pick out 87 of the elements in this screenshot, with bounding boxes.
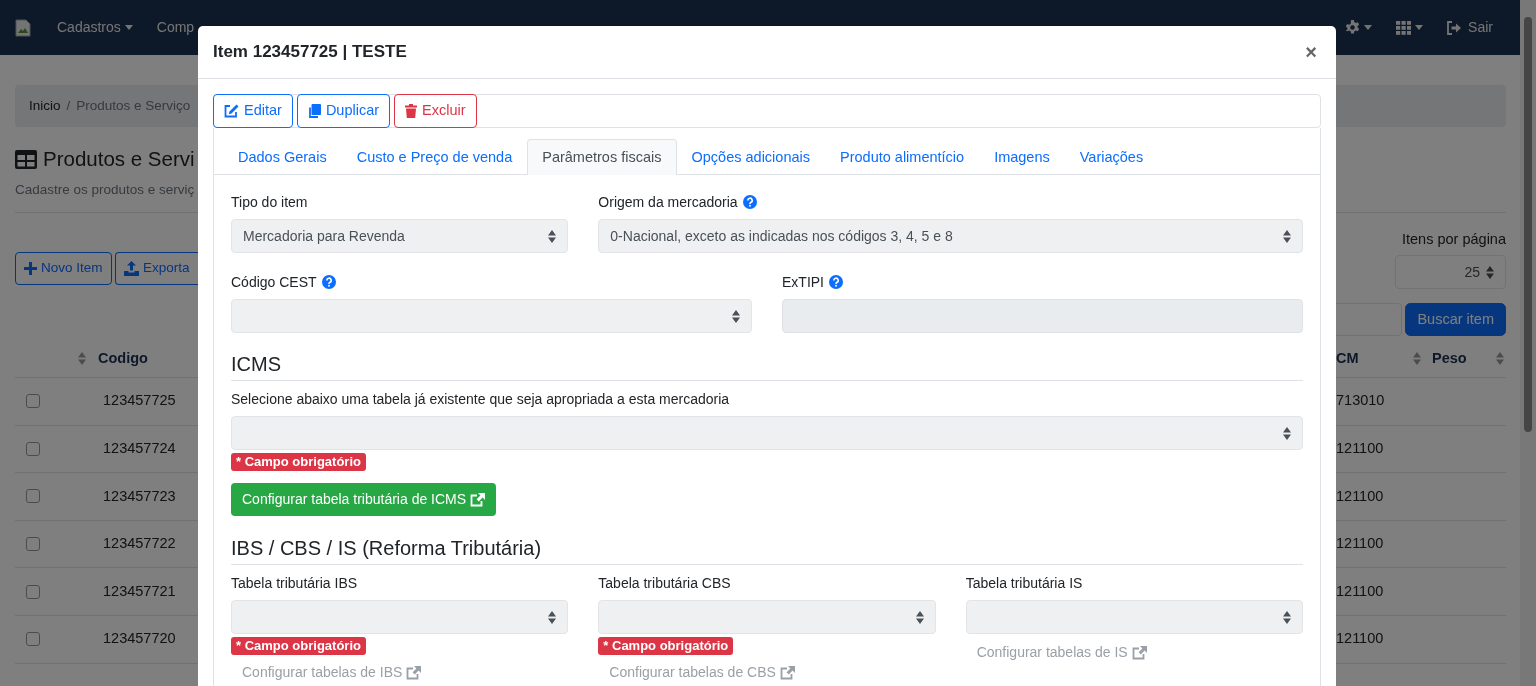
sort-icon	[548, 610, 557, 624]
tab[interactable]: Imagens	[979, 139, 1065, 175]
page-title: Produtos e Servi	[43, 146, 195, 172]
logout-link[interactable]: Sair	[1435, 17, 1505, 38]
breadcrumb-separator: /	[66, 96, 71, 115]
sort-icon	[1496, 352, 1504, 365]
page-subtitle: Cadastre os produtos e serviç	[15, 181, 196, 199]
duplicate-button[interactable]: Duplicar	[296, 94, 391, 128]
tab[interactable]: Opções adicionais	[676, 139, 825, 175]
per-page-select[interactable]: 25	[1395, 255, 1506, 289]
table-cell: 121100	[1336, 582, 1384, 599]
table-cell-text: 123457724	[103, 439, 176, 458]
per-page-label: Itens por página	[1401, 230, 1506, 249]
table-cell-text: 123457720	[103, 629, 176, 649]
tab[interactable]: Dados Gerais	[223, 139, 342, 175]
tab[interactable]: Parâmetros fiscais	[527, 139, 677, 175]
required-badge: * Campo obrigatório	[231, 637, 366, 655]
edit-icon	[224, 104, 239, 118]
field-label: Tabela tributária CBS	[598, 574, 731, 593]
field-label: ExTIPI	[782, 273, 824, 292]
sort-icon	[1486, 265, 1494, 279]
external-link-icon	[1131, 645, 1147, 660]
trash-icon	[405, 104, 418, 118]
tab[interactable]: Custo e Preço de venda	[341, 139, 528, 175]
sort-icon	[78, 352, 86, 365]
edit-button[interactable]: Editar	[213, 94, 293, 128]
sort-icon	[1283, 426, 1291, 440]
tab[interactable]: Produto alimentício	[825, 139, 980, 175]
sort-icon	[1283, 229, 1291, 243]
sort-icon	[732, 309, 740, 323]
settings-icon[interactable]	[1345, 20, 1361, 35]
external-link-icon	[779, 665, 795, 680]
caret-icon	[1364, 25, 1373, 30]
export-button[interactable]: Exporta	[115, 252, 198, 285]
tab[interactable]: Variações	[1064, 139, 1159, 175]
field-label: Tipo do item	[231, 193, 308, 212]
apps-grid-icon[interactable]	[1396, 20, 1412, 35]
delete-button[interactable]: Excluir	[394, 94, 477, 128]
scrollbar[interactable]	[1520, 0, 1536, 686]
sort-icon	[1413, 352, 1421, 365]
external-link-icon	[406, 665, 422, 680]
external-link-icon	[470, 492, 486, 507]
plus-icon	[24, 262, 37, 275]
required-badge: * Campo obrigatório	[231, 453, 366, 471]
copy-icon	[307, 103, 321, 119]
column-header: Codigo	[98, 348, 148, 368]
table-cell: 121100	[1336, 440, 1384, 456]
new-item-button[interactable]: Novo Item	[15, 252, 112, 285]
row-checkbox[interactable]	[26, 489, 40, 504]
row-checkbox[interactable]	[26, 537, 40, 552]
field-label: Selecione abaixo uma tabela já existente que seja apropriada a esta mercadoria	[231, 390, 730, 409]
row-checkbox[interactable]	[26, 441, 40, 456]
caret-icon	[1415, 25, 1424, 30]
close-button[interactable]: ×	[1301, 42, 1321, 62]
table-cell-text: 123457722	[103, 534, 176, 554]
table-cell: 121100	[1336, 487, 1384, 504]
table-cell-text: 123457721	[103, 581, 176, 601]
search-button[interactable]: Buscar item	[1405, 303, 1506, 336]
breadcrumb-link[interactable]: Inicio	[29, 95, 61, 117]
required-badge: * Campo obrigatório	[598, 637, 734, 655]
section-heading: ICMS	[231, 353, 281, 375]
table-cell-text: 123457723	[103, 486, 176, 506]
nav-menu-item[interactable]: Cadastros	[45, 17, 145, 38]
broken-image-icon	[15, 18, 31, 37]
column-header: CM	[1336, 348, 1359, 368]
section-heading: IBS / CBS / IS (Reforma Tributária)	[231, 537, 542, 559]
table-cell: 713010	[1336, 392, 1385, 409]
modal-title: Item 123457725 | TESTE	[213, 41, 407, 63]
sort-icon	[1283, 610, 1291, 624]
upload-icon	[124, 261, 140, 276]
caret-icon	[124, 25, 133, 30]
table-icon	[15, 149, 37, 169]
row-checkbox[interactable]	[26, 394, 40, 409]
column-header: Peso	[1432, 348, 1467, 368]
field-label: Código CEST	[231, 273, 317, 292]
breadcrumb-current: Produtos e Serviço	[76, 96, 191, 115]
field-label: Tabela tributária IBS	[231, 574, 358, 593]
row-checkbox[interactable]	[26, 632, 40, 647]
field-label: Tabela tributária IS	[965, 574, 1083, 593]
sort-icon	[915, 610, 924, 624]
row-checkbox[interactable]	[26, 584, 40, 599]
sort-icon	[548, 229, 557, 243]
field-label: Origem da mercadoria	[598, 193, 738, 212]
logout-icon	[1447, 20, 1462, 35]
table-cell: 121100	[1336, 535, 1384, 552]
table-cell: 121100	[1336, 630, 1384, 647]
table-cell-text: 123457725	[103, 391, 176, 411]
